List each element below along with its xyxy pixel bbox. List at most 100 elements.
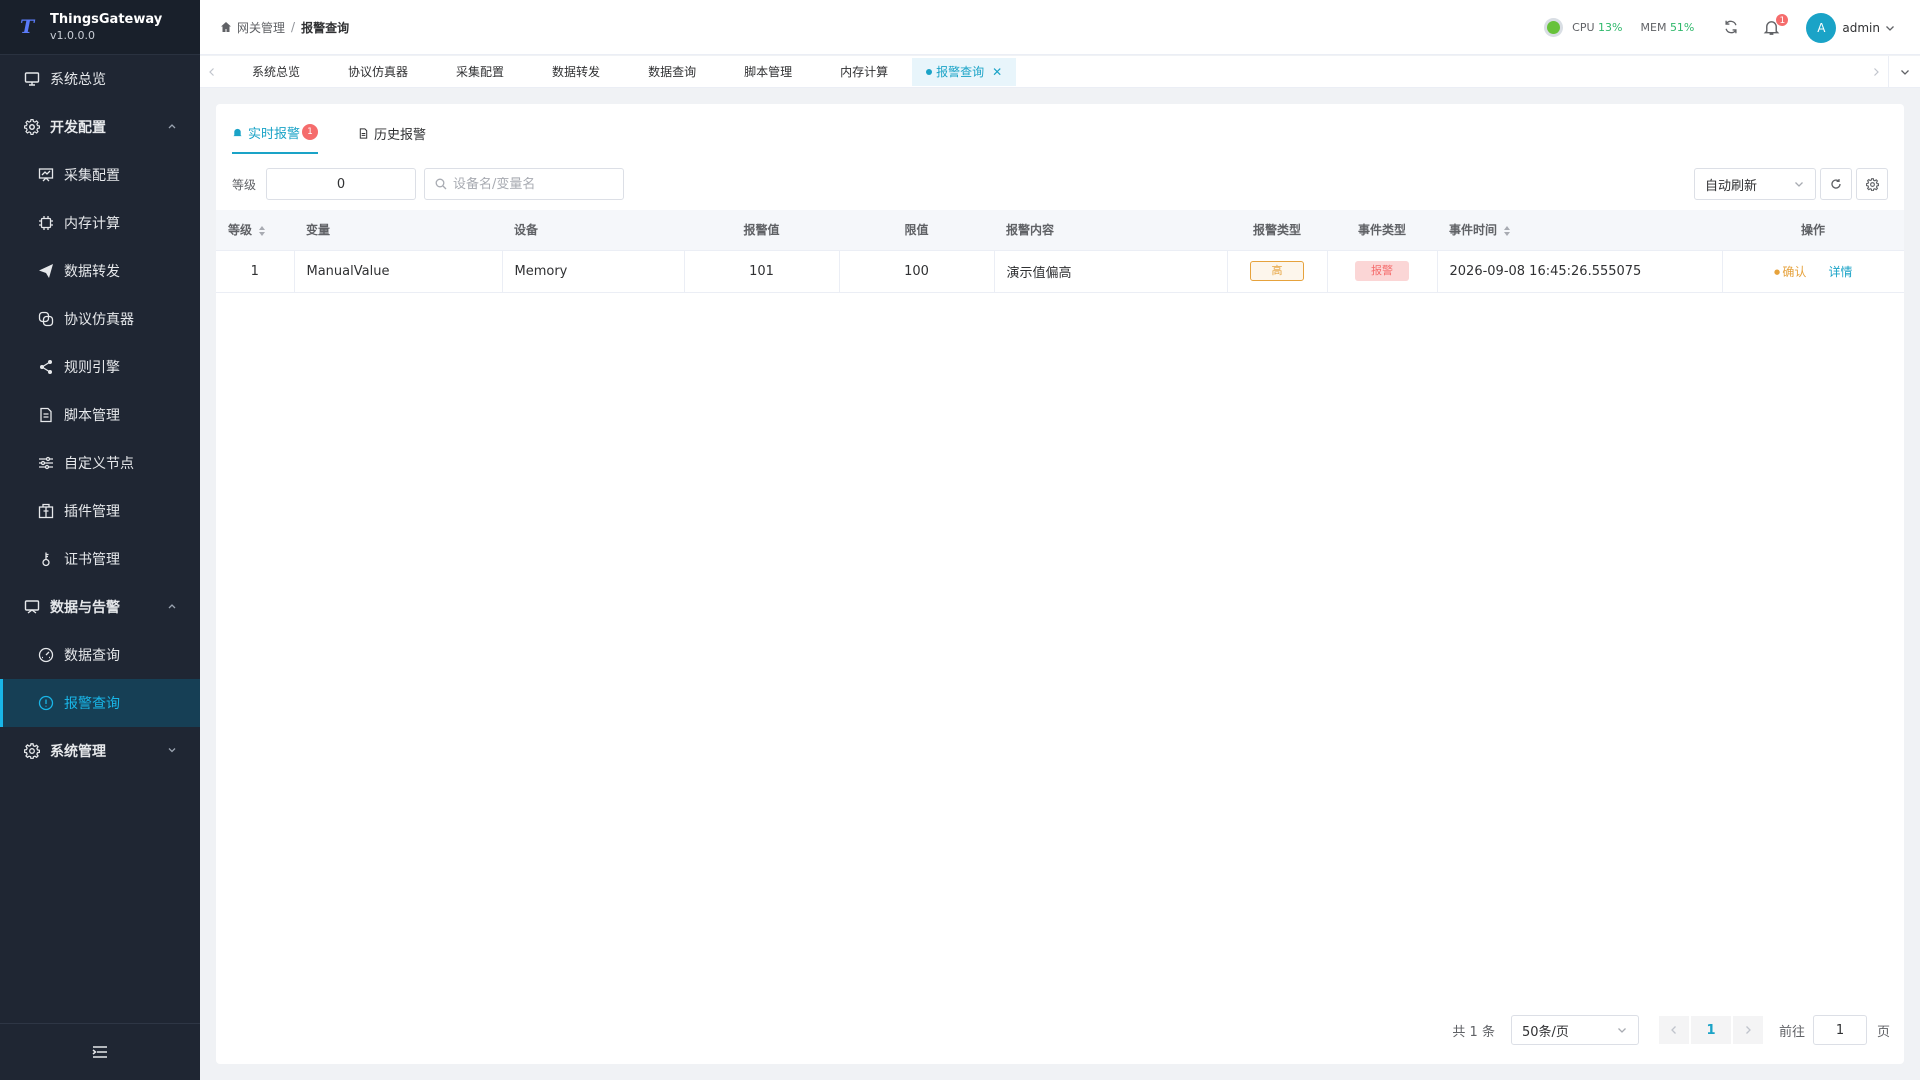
prev-page-button[interactable]: [1658, 1016, 1689, 1044]
app-name: ThingsGateway: [50, 11, 163, 27]
chevron-down-icon[interactable]: [1884, 22, 1896, 34]
sidebar-item-label: 报警查询: [64, 696, 120, 712]
settings-icon: [24, 743, 40, 759]
tab-alarm-query[interactable]: 报警查询 ✕: [912, 57, 1017, 86]
cell-content: 演示值偏高: [994, 250, 1228, 293]
document-icon: [359, 127, 368, 139]
sidebar-item-protocol-simulator[interactable]: 协议仿真器: [0, 295, 200, 343]
detail-link[interactable]: 详情: [1828, 265, 1852, 279]
sort-icon[interactable]: [1503, 225, 1511, 237]
tabs-menu-button[interactable]: [1888, 56, 1920, 88]
sidebar-item-custom-node[interactable]: 自定义节点: [0, 439, 200, 487]
cell-level: 1: [216, 250, 295, 293]
goto-label: 前往: [1778, 1024, 1805, 1040]
chevron-down-icon: [1795, 182, 1803, 187]
tab-data-query[interactable]: 数据查询: [624, 58, 720, 86]
cpu-icon: [38, 215, 54, 231]
sidebar-item-overview[interactable]: 系统总览: [0, 55, 200, 103]
auto-refresh-select[interactable]: 自动刷新: [1694, 168, 1816, 200]
sidebar-item-cert-manage[interactable]: 证书管理: [0, 535, 200, 583]
gear-icon: [1865, 177, 1879, 191]
chevron-left-icon: [209, 67, 214, 76]
sidebar-item-label: 证书管理: [64, 552, 120, 568]
column-header-event-type: 事件类型: [1327, 210, 1437, 251]
tab-protocol-simulator[interactable]: 协议仿真器: [324, 58, 432, 86]
chevron-left-icon: [1671, 1026, 1676, 1034]
page-size-select[interactable]: 50条/页: [1510, 1015, 1639, 1045]
copy-icon: [38, 311, 54, 327]
level-filter-label: 等级: [232, 177, 257, 192]
sidebar-item-data-query[interactable]: 数据查询: [0, 631, 200, 679]
sidebar-group-system-manage[interactable]: 系统管理: [0, 727, 200, 775]
sort-icon[interactable]: [258, 225, 266, 237]
confirm-button[interactable]: 确认: [1774, 265, 1806, 279]
tabs-right-controls: [1864, 56, 1920, 88]
notification-button[interactable]: 1: [1763, 12, 1790, 37]
chevron-up-icon: [168, 604, 176, 609]
event-type-tag: 报警: [1355, 261, 1409, 281]
chart-board-icon: [38, 167, 54, 183]
page-number-current[interactable]: 1: [1690, 1016, 1731, 1044]
sidebar-item-script-manage[interactable]: 脚本管理: [0, 391, 200, 439]
tab-history-alarm[interactable]: 历史报警: [358, 120, 426, 154]
tab-label: 历史报警: [374, 127, 427, 143]
sidebar-item-rule-engine[interactable]: 规则引擎: [0, 343, 200, 391]
brand: T ThingsGateway v1.0.0.0: [0, 0, 200, 55]
refresh-icon: [1831, 179, 1841, 189]
sidebar-group-dev-config[interactable]: 开发配置: [0, 103, 200, 151]
column-header-event-time[interactable]: 事件时间: [1437, 210, 1722, 251]
next-page-button[interactable]: [1732, 1016, 1763, 1044]
top-header: 网关管理 / 报警查询 CPU 13% MEM 51% 1 A admin: [200, 0, 1920, 55]
sidebar-item-label: 自定义节点: [64, 456, 134, 472]
sidebar-item-plugin-manage[interactable]: 插件管理: [0, 487, 200, 535]
chevron-right-icon: [1746, 1026, 1751, 1034]
tab-collect-config[interactable]: 采集配置: [432, 58, 528, 86]
chevron-right-icon: [1874, 68, 1879, 76]
sliders-icon: [38, 455, 54, 471]
sidebar-item-label: 规则引擎: [64, 360, 120, 376]
refresh-button[interactable]: [1723, 19, 1741, 37]
tab-realtime-alarm[interactable]: 实时报警 1: [232, 120, 319, 154]
sidebar-item-collect-config[interactable]: 采集配置: [0, 151, 200, 199]
tab-label: 实时报警: [248, 126, 301, 142]
status-indicator: [1547, 21, 1561, 34]
sidebar-collapse-button[interactable]: [0, 1023, 200, 1080]
avatar[interactable]: A: [1806, 12, 1837, 43]
column-header-level[interactable]: 等级: [216, 210, 294, 251]
refresh-icon: [1725, 20, 1737, 33]
column-header-device: 设备: [502, 210, 684, 251]
tab-overview[interactable]: 系统总览: [228, 58, 324, 86]
goto-page-input[interactable]: [1812, 1015, 1867, 1045]
tabs-scroll-right-button[interactable]: [1864, 67, 1888, 77]
tabs-scroll-left-button[interactable]: [200, 67, 224, 77]
sidebar-item-alarm-query[interactable]: 报警查询: [0, 679, 200, 727]
notification-badge: 1: [1775, 12, 1790, 27]
sidebar-item-data-forward[interactable]: 数据转发: [0, 247, 200, 295]
column-header-content: 报警内容: [994, 210, 1227, 251]
refresh-table-button[interactable]: [1820, 168, 1852, 200]
monitor-icon: [24, 599, 40, 615]
cell-alarm-value: 101: [684, 250, 840, 293]
sidebar-item-label: 数据转发: [64, 264, 120, 280]
tab-memory-compute[interactable]: 内存计算: [816, 58, 912, 86]
column-settings-button[interactable]: [1856, 168, 1888, 200]
level-input[interactable]: [266, 168, 417, 200]
username[interactable]: admin: [1842, 21, 1880, 35]
sidebar-group-data-alarm[interactable]: 数据与告警: [0, 583, 200, 631]
breadcrumb-root[interactable]: 网关管理: [237, 19, 285, 36]
key-icon: [38, 551, 54, 567]
sidebar-item-memory-compute[interactable]: 内存计算: [0, 199, 200, 247]
tab-data-forward[interactable]: 数据转发: [528, 58, 624, 86]
send-icon: [38, 263, 54, 279]
search-input[interactable]: [453, 176, 614, 192]
alarm-count-badge: 1: [302, 124, 319, 140]
chevron-down-icon: [1900, 70, 1909, 75]
tab-script-manage[interactable]: 脚本管理: [720, 58, 816, 86]
sidebar-item-label: 数据与告警: [50, 600, 120, 616]
tab-close-button[interactable]: ✕: [992, 58, 1002, 86]
page-tabs: 系统总览 协议仿真器 采集配置 数据转发 数据查询 脚本管理 内存计算 报警查询…: [228, 56, 1017, 88]
sidebar-menu: 系统总览 开发配置 采集配置 内存计算 数据转发 协议仿真器 规则引擎 脚本管理…: [0, 55, 200, 775]
sidebar-item-label: 脚本管理: [64, 408, 120, 424]
search-field[interactable]: [424, 168, 625, 200]
filter-bar: 等级 自动刷新: [232, 168, 1888, 200]
